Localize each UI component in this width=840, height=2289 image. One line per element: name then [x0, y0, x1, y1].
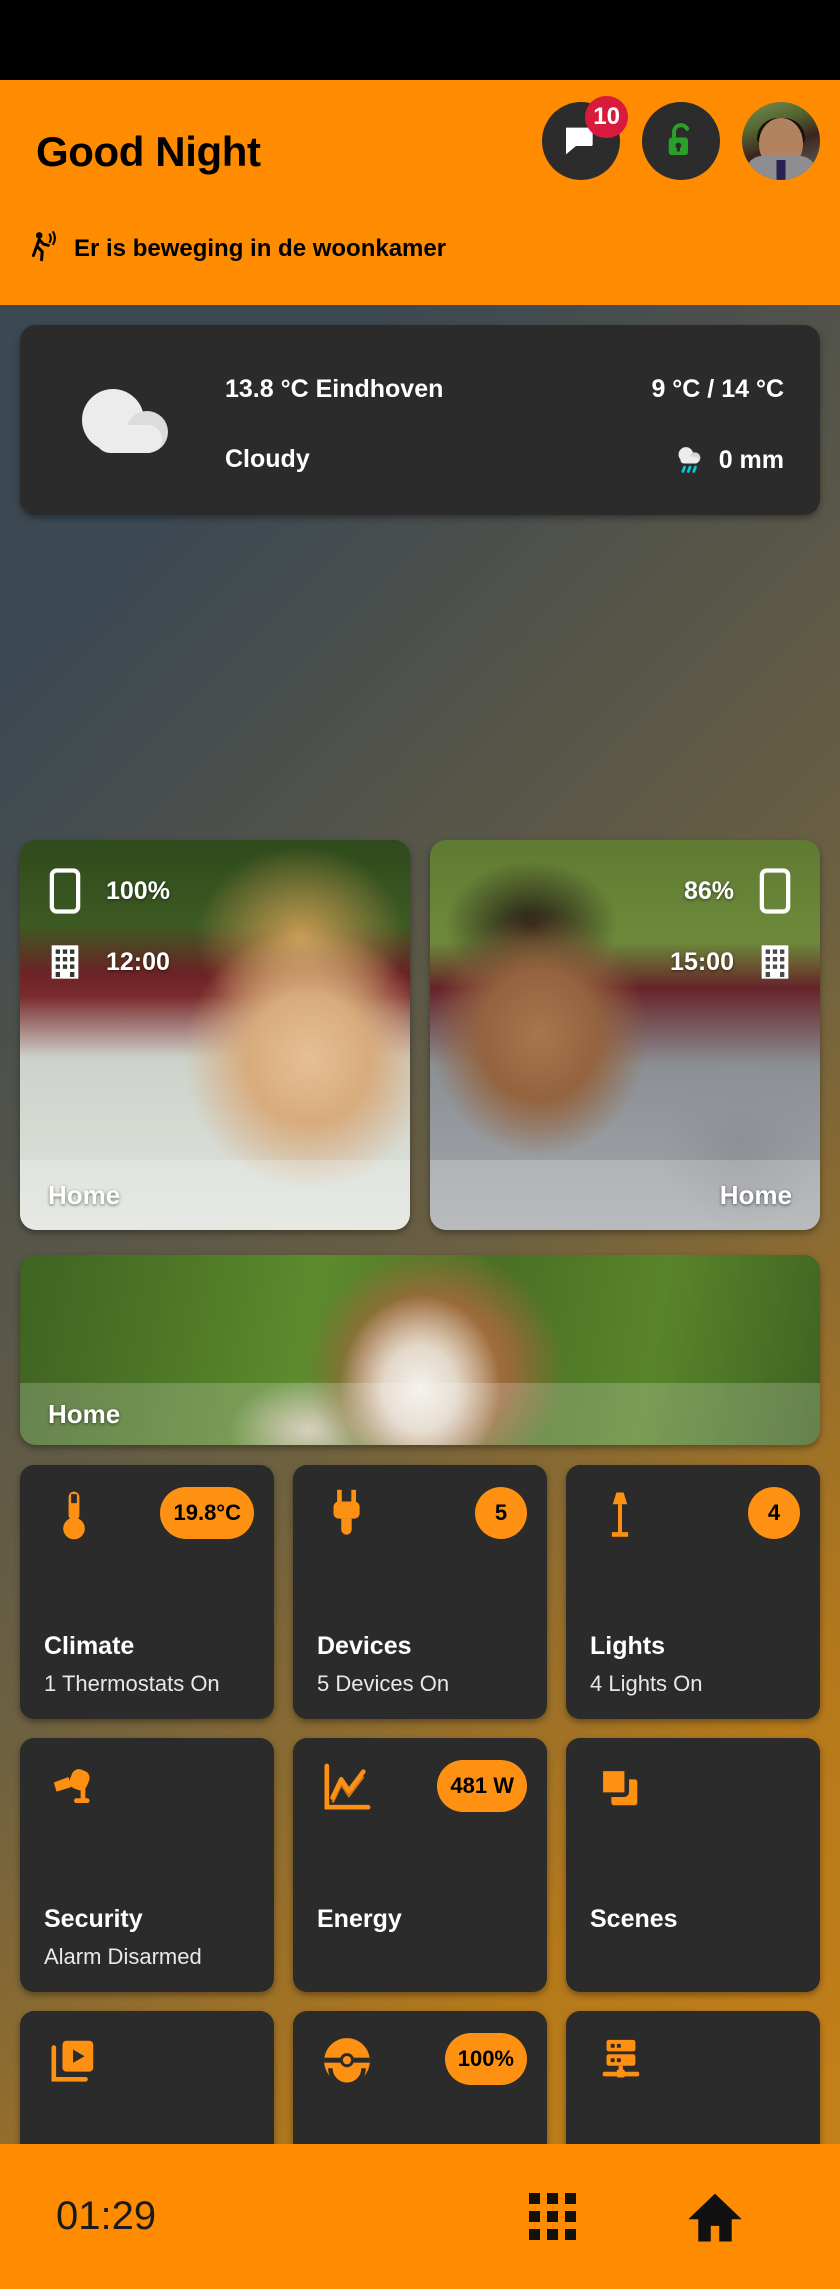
tile-security-sub: Alarm Disarmed	[44, 1944, 202, 1969]
navbar-clock: 01:29	[56, 2194, 157, 2238]
person-2-battery-row: 86%	[684, 868, 792, 914]
pet-card[interactable]: Home	[20, 1255, 820, 1445]
tile-devices-sub: 5 Devices On	[317, 1671, 450, 1696]
person-2-time-row: 15:00	[670, 942, 792, 982]
person-1-battery-row: 100%	[48, 868, 170, 914]
chat-button[interactable]: 10	[542, 96, 628, 180]
lamp-icon	[592, 1487, 648, 1543]
building-icon	[51, 945, 79, 979]
tile-climate-name: Climate	[44, 1632, 135, 1660]
pet-footer: Home	[20, 1383, 820, 1445]
person-1-time: 12:00	[106, 947, 170, 976]
bottom-navbar: 01:29	[0, 2144, 840, 2289]
phone-icon	[49, 868, 81, 914]
weather-precipitation: 0 mm	[718, 445, 784, 474]
tile-scenes-name: Scenes	[590, 1905, 678, 1933]
tile-lights-name: Lights	[590, 1632, 665, 1660]
tile-climate-value: 19.8°C	[160, 1487, 254, 1539]
tile-devices-name: Devices	[317, 1632, 412, 1660]
alarm-lock-button[interactable]	[642, 102, 720, 180]
tile-lights[interactable]: 4 Lights 4 Lights On	[566, 1465, 820, 1719]
app-screen: Good Night 10 Er is beweging in de woonk…	[0, 0, 840, 2289]
tile-energy-name: Energy	[317, 1905, 402, 1933]
tile-energy[interactable]: 481 W Energy	[293, 1738, 547, 1992]
person-2-status: Home	[719, 1179, 792, 1210]
motion-sensor-icon	[31, 230, 56, 262]
chat-badge: 10	[585, 96, 628, 138]
notification-text: Er is beweging in de woonkamer	[74, 235, 447, 262]
plug-icon	[319, 1487, 375, 1543]
tile-lights-value: 4	[748, 1487, 800, 1539]
navbar-buttons	[529, 2190, 744, 2244]
unlocked-padlock-icon	[668, 123, 690, 155]
apps-grid-icon[interactable]	[529, 2193, 576, 2240]
home-icon[interactable]	[686, 2190, 744, 2244]
phone-icon	[759, 868, 791, 914]
weather-precipitation-row: 0 mm	[673, 445, 784, 475]
tile-scenes[interactable]: Scenes	[566, 1738, 820, 1992]
person-card-1[interactable]: 100% 12:00 Home	[20, 840, 410, 1230]
person-1-stats: 100% 12:00	[48, 868, 170, 982]
tile-energy-value: 481 W	[437, 1760, 527, 1812]
app-header: Good Night 10 Er is beweging in de woonk…	[0, 80, 840, 305]
layers-icon	[592, 1760, 648, 1816]
person-1-footer: Home	[20, 1160, 410, 1230]
person-1-time-row: 12:00	[48, 942, 170, 982]
person-1-status: Home	[48, 1179, 121, 1210]
person-2-battery: 86%	[683, 876, 734, 905]
tile-security[interactable]: Security Alarm Disarmed	[20, 1738, 274, 1992]
person-2-time: 15:00	[670, 947, 734, 976]
security-camera-icon	[46, 1760, 102, 1816]
notification-banner[interactable]: Er is beweging in de woonkamer	[30, 230, 446, 268]
thermometer-icon	[46, 1487, 102, 1543]
tile-vacuum-value: 100%	[444, 2033, 527, 2085]
person-1-battery: 100%	[106, 876, 170, 905]
pet-status: Home	[48, 1398, 121, 1429]
tile-devices-value: 5	[475, 1487, 527, 1539]
tile-climate-sub: 1 Thermostats On	[44, 1671, 220, 1696]
avatar[interactable]	[742, 102, 820, 180]
person-2-stats: 86% 15:00	[670, 868, 792, 982]
tile-security-name: Security	[44, 1905, 143, 1933]
header-actions: 10	[542, 96, 820, 180]
person-2-footer: Home	[430, 1160, 820, 1230]
building-icon	[761, 945, 789, 979]
weather-condition: Cloudy	[225, 445, 310, 473]
page-title: Good Night	[36, 128, 261, 175]
tile-lights-sub: 4 Lights On	[590, 1671, 703, 1696]
robot-vacuum-icon	[319, 2033, 375, 2089]
cloudy-icon	[78, 385, 178, 455]
status-bar	[0, 0, 840, 80]
avatar-tie	[776, 160, 786, 180]
line-chart-icon	[319, 1760, 375, 1816]
media-play-icon	[46, 2033, 102, 2089]
weather-card[interactable]: 13.8 °C Eindhoven Cloudy 9 °C / 14 °C 0 …	[20, 325, 820, 515]
person-card-2[interactable]: 86% 15:00 Home	[430, 840, 820, 1230]
server-rack-icon	[592, 2033, 648, 2089]
tile-climate[interactable]: 19.8°C Climate 1 Thermostats On	[20, 1465, 274, 1719]
weather-temperature: 13.8 °C Eindhoven	[225, 375, 444, 403]
weather-range: 9 °C / 14 °C	[651, 375, 784, 403]
rain-cloud-icon	[678, 447, 701, 473]
tile-devices[interactable]: 5 Devices 5 Devices On	[293, 1465, 547, 1719]
